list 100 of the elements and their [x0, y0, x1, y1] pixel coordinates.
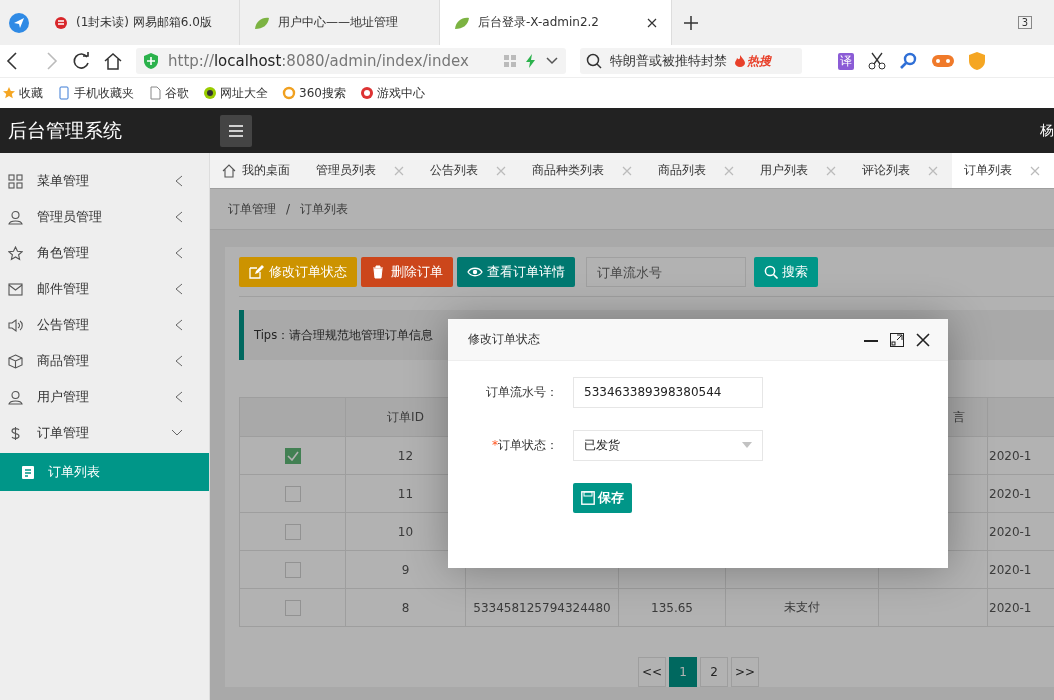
close-icon — [622, 165, 632, 176]
menu-button[interactable] — [220, 114, 252, 147]
back-icon[interactable] — [6, 52, 18, 70]
page-button[interactable]: 2 — [700, 657, 728, 687]
sidebar-item[interactable]: 菜单管理 — [0, 163, 209, 199]
home-icon[interactable] — [104, 52, 122, 70]
row-checkbox[interactable] — [284, 561, 301, 578]
bookmark[interactable]: 网址大全 — [203, 84, 268, 102]
table-cell: 8 — [401, 600, 410, 615]
new-tab-icon[interactable] — [684, 15, 698, 30]
check-icon — [286, 450, 299, 461]
leaf-icon — [454, 15, 470, 30]
sidebar-item[interactable]: 用户管理 — [0, 379, 209, 415]
delete-button[interactable]: 删除订单 — [361, 257, 453, 287]
row-checkbox[interactable] — [284, 599, 301, 616]
sidebar-subitem[interactable]: 订单列表 — [0, 453, 209, 491]
row-checkbox[interactable] — [284, 485, 301, 502]
caret-icon — [742, 442, 752, 448]
tips-text: Tips：请合理规范地管理订单信息 — [254, 327, 434, 343]
search-field[interactable]: 特朗普或被推特封禁 热搜 — [580, 48, 802, 74]
sidebar-item[interactable]: 公告管理 — [0, 307, 209, 343]
sidebar-item[interactable]: 角色管理 — [0, 235, 209, 271]
table-cell: 未支付 — [784, 600, 820, 614]
phone-icon — [57, 86, 71, 100]
table-cell: 533458125794324480 — [473, 600, 611, 615]
serial-field[interactable]: 533463389398380544 — [573, 376, 763, 408]
search-button[interactable]: 搜索 — [754, 257, 818, 287]
star-icon — [2, 86, 16, 100]
flame-icon — [735, 55, 745, 67]
view-button[interactable]: 查看订单详情 — [457, 257, 575, 287]
row-checkbox[interactable] — [284, 523, 301, 540]
close-icon[interactable] — [916, 332, 930, 347]
ring-icon — [282, 86, 296, 100]
page-tab[interactable]: 管理员列表 — [304, 153, 418, 188]
breadcrumb-separator: / — [286, 202, 291, 216]
bookmark[interactable]: 360搜索 — [282, 84, 346, 102]
sidebar-item[interactable]: 订单管理 — [0, 415, 209, 451]
list-icon — [22, 465, 34, 479]
close-icon — [724, 165, 734, 176]
search-icon — [764, 265, 778, 279]
sidebar-item[interactable]: 邮件管理 — [0, 271, 209, 307]
table-cell: 2020-1 — [989, 600, 1032, 615]
column-header: 言 — [953, 409, 965, 424]
dialog-title: 修改订单状态 — [468, 331, 541, 348]
floppy-icon — [581, 491, 595, 505]
page-tab[interactable]: 我的桌面 — [210, 153, 304, 188]
grid-icon — [8, 173, 23, 189]
column-header: 订单ID — [387, 409, 424, 424]
page-tab[interactable]: 商品列表 — [646, 153, 748, 188]
scissors-icon[interactable] — [868, 52, 886, 70]
close-icon — [928, 165, 938, 176]
bookmark[interactable]: 手机收藏夹 — [57, 84, 134, 102]
menu-icon — [229, 124, 243, 137]
translate-button[interactable]: 译 — [838, 52, 854, 70]
page-tab[interactable]: 公告列表 — [418, 153, 520, 188]
user-icon — [8, 389, 23, 405]
next-page-button[interactable]: >> — [731, 657, 759, 687]
page-tab[interactable]: 商品种类列表 — [520, 153, 646, 188]
chevron-down-icon — [546, 57, 558, 65]
status-select[interactable]: 已发货 — [573, 429, 763, 461]
compass-icon[interactable] — [8, 11, 30, 34]
tab-count[interactable]: 3 — [1017, 16, 1032, 29]
leaf-icon — [254, 15, 270, 30]
close-icon — [394, 165, 404, 176]
breadcrumb-item[interactable]: 订单列表 — [300, 200, 349, 218]
edit-icon — [249, 265, 265, 279]
address-bar[interactable]: http://localhost:8080/admin/index/index — [136, 48, 566, 74]
grid-icon — [504, 55, 516, 67]
row-checkbox[interactable] — [284, 447, 301, 464]
search-field[interactable]: 订单流水号 — [586, 257, 746, 287]
dollar-icon — [8, 425, 23, 441]
sidebar-item[interactable]: 管理员管理 — [0, 199, 209, 235]
page-tab[interactable]: 订单列表 — [952, 153, 1054, 188]
user-icon — [8, 209, 23, 225]
sidebar-item[interactable]: 商品管理 — [0, 343, 209, 379]
search-icon — [586, 53, 602, 69]
page-tab[interactable]: 用户列表 — [748, 153, 850, 188]
breadcrumb-item[interactable]: 订单管理 — [228, 200, 276, 218]
bookmark[interactable]: 收藏 — [2, 84, 43, 102]
save-button[interactable]: 保存 — [573, 483, 632, 513]
previous-page-button[interactable]: << — [638, 657, 666, 687]
globe-icon — [203, 86, 217, 100]
browser-tab[interactable]: (1封未读) 网易邮箱6.0版 — [40, 0, 240, 45]
gamepad-icon[interactable] — [932, 54, 954, 68]
home-icon — [222, 163, 236, 178]
app-title: 后台管理系统 — [7, 117, 123, 143]
maximize-icon[interactable] — [890, 332, 904, 347]
lightning-icon — [526, 54, 536, 68]
magnifier-icon[interactable] — [900, 52, 918, 70]
table-cell: 135.65 — [651, 600, 693, 615]
bookmark[interactable]: 游戏中心 — [359, 84, 425, 102]
bookmark[interactable]: 谷歌 — [148, 84, 189, 102]
close-icon — [1030, 165, 1040, 176]
table-cell: 9 — [401, 562, 410, 577]
page-tab[interactable]: 评论列表 — [850, 153, 952, 188]
field-label: 订单流水号： — [485, 383, 558, 401]
browser-tab[interactable]: 后台登录-X-admin2.2 — [440, 0, 672, 45]
reload-icon[interactable] — [72, 52, 90, 70]
user-name[interactable]: 杨 — [1040, 121, 1054, 140]
hot-search-label[interactable]: 热搜 — [735, 52, 771, 70]
